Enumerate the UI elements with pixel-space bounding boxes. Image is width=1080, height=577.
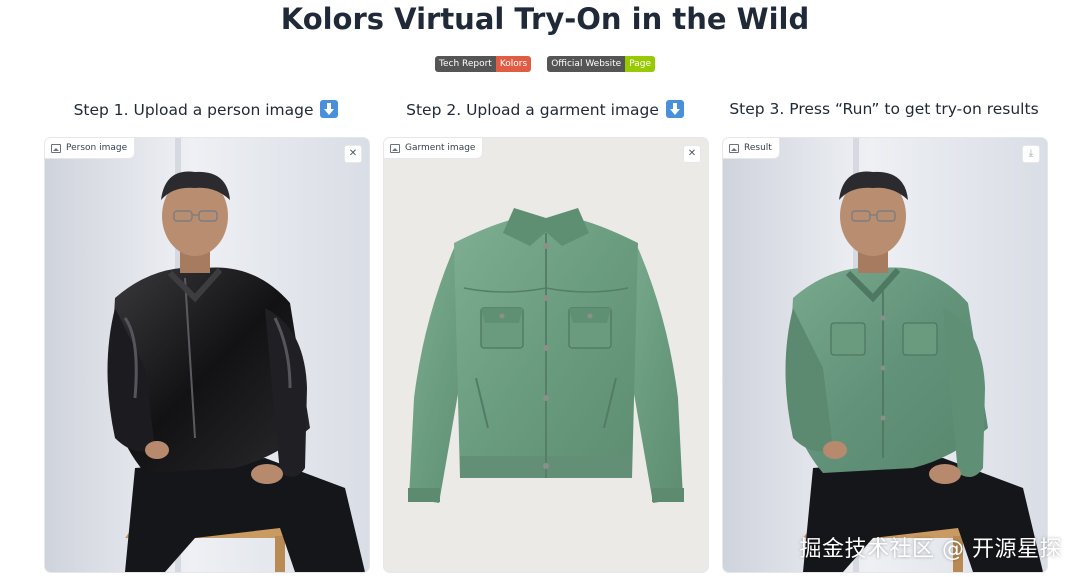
download-result-button[interactable]: ⤓: [1022, 145, 1040, 163]
clear-person-image-button[interactable]: ✕: [344, 145, 362, 163]
clear-garment-image-button[interactable]: ✕: [683, 145, 701, 163]
down-arrow-icon: [320, 100, 339, 118]
step-1-label: Step 1. Upload a person image: [73, 101, 314, 119]
result-label: Result: [744, 143, 772, 153]
step-3-heading: Step 3. Press “Run” to get try-on result…: [722, 100, 1046, 118]
badge-value: Kolors: [495, 56, 532, 72]
download-icon: ⤓: [1028, 148, 1034, 159]
garment-image-label-tab: Garment image: [384, 138, 484, 159]
image-icon: [729, 143, 739, 153]
result-photo: [723, 138, 1047, 572]
garment-photo: [384, 138, 708, 572]
tech-report-badge[interactable]: Tech Report Kolors: [434, 56, 532, 72]
close-icon: ✕: [348, 148, 358, 159]
image-icon: [51, 143, 61, 153]
watermark-text: 掘金技术社区 @ 开源星探: [799, 537, 1062, 562]
app-page: Kolors Virtual Try-On in the Wild Tech R…: [0, 0, 1080, 577]
step-1-heading: Step 1. Upload a person image: [44, 100, 368, 119]
down-arrow-icon: [665, 100, 684, 118]
official-website-badge[interactable]: Official Website Page: [547, 56, 655, 72]
badge-row: Tech Report Kolors Official Website Page: [0, 56, 1080, 72]
step-2-heading: Step 2. Upload a garment image: [383, 100, 707, 119]
result-label-tab: Result: [723, 138, 780, 159]
page-title: Kolors Virtual Try-On in the Wild: [280, 2, 810, 36]
badge-label: Official Website: [547, 56, 626, 72]
person-image-panel[interactable]: Person image ✕: [44, 137, 370, 573]
step-3-label: Step 3. Press “Run” to get try-on result…: [729, 100, 1039, 118]
badge-value: Page: [625, 56, 655, 72]
image-icon: [390, 143, 400, 153]
close-icon: ✕: [687, 148, 697, 159]
person-image-label: Person image: [66, 143, 128, 153]
badge-label: Tech Report: [434, 56, 496, 72]
person-photo: [45, 138, 369, 572]
person-image-label-tab: Person image: [45, 138, 136, 159]
result-image-panel: Result ⤓: [722, 137, 1048, 573]
step-2-label: Step 2. Upload a garment image: [406, 101, 659, 119]
garment-image-label: Garment image: [405, 143, 476, 153]
garment-image-panel[interactable]: Garment image ✕: [383, 137, 709, 573]
